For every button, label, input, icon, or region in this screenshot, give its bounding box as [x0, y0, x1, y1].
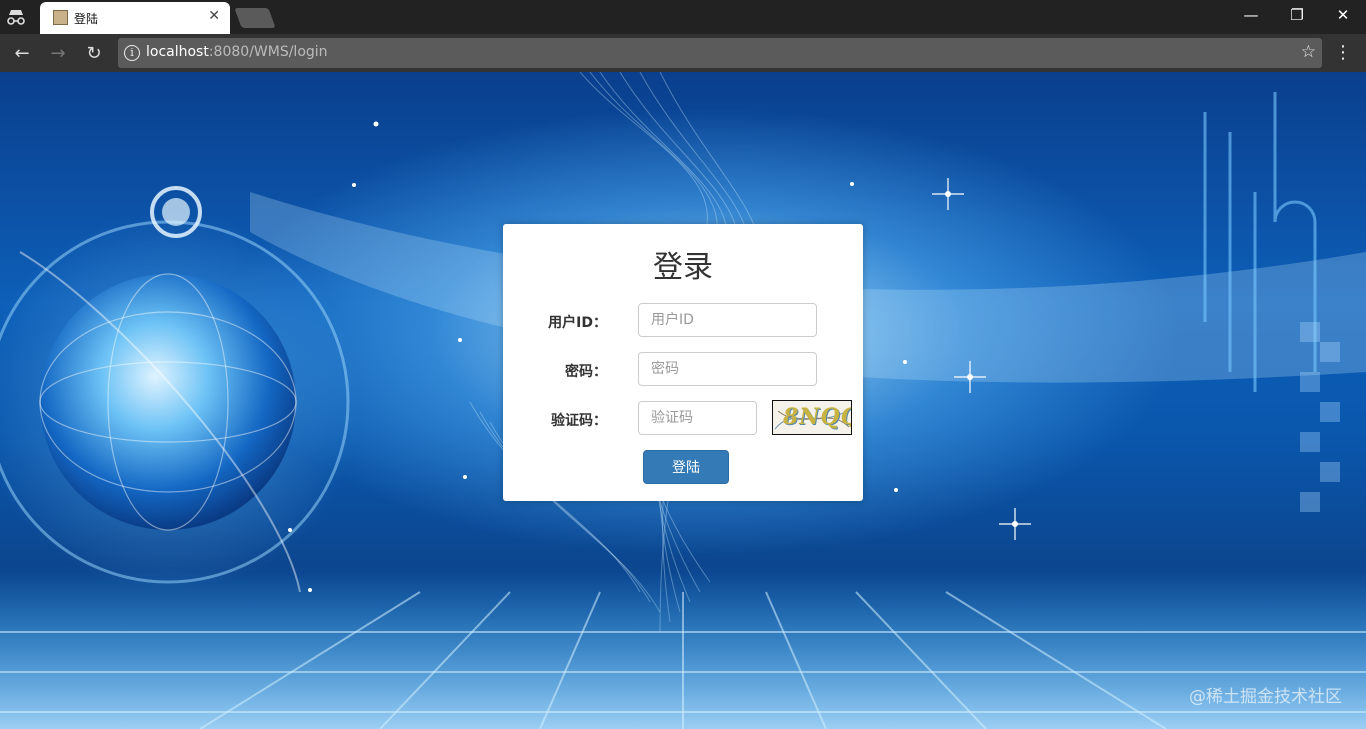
watermark-text: @稀土掘金技术社区: [1189, 687, 1342, 707]
close-icon[interactable]: ✕: [208, 8, 220, 24]
new-tab-button[interactable]: [234, 8, 276, 28]
user-id-input[interactable]: [638, 303, 817, 337]
login-form: 登录 用户ID： 密码： 验证码： 8NQQ 登陆: [503, 224, 863, 501]
captcha-image[interactable]: 8NQQ: [772, 400, 852, 435]
login-title: 登录: [653, 250, 713, 285]
menu-icon[interactable]: ⋮: [1334, 42, 1352, 63]
window-close-icon[interactable]: ✕: [1320, 0, 1366, 30]
password-label: 密码：: [565, 364, 607, 380]
user-id-label: 用户ID：: [548, 315, 607, 331]
password-input[interactable]: [638, 352, 817, 386]
captcha-input[interactable]: [638, 401, 757, 435]
incognito-icon: [7, 10, 25, 25]
login-page-background: 登录 用户ID： 密码： 验证码： 8NQQ 登陆 @稀土掘金技术社区: [0, 72, 1366, 729]
login-button[interactable]: 登陆: [643, 450, 729, 484]
captcha-text: 8NQQ: [783, 404, 851, 430]
tab-title: 登陆: [74, 12, 99, 26]
star-icon[interactable]: ☆: [1301, 42, 1316, 62]
reload-icon[interactable]: ↻: [83, 43, 105, 65]
back-icon[interactable]: ←: [11, 43, 33, 65]
browser-tab-active[interactable]: 登陆 ✕: [40, 2, 230, 34]
favicon-icon: [53, 10, 68, 25]
maximize-icon[interactable]: ❐: [1274, 0, 1320, 30]
minimize-icon[interactable]: —: [1228, 0, 1274, 30]
info-icon[interactable]: i: [124, 45, 140, 61]
captcha-label: 验证码：: [551, 413, 607, 429]
browser-toolbar: ← → ↻ i localhost:8080/WMS/login ☆ ⋮: [0, 34, 1366, 72]
tab-strip: 登陆 ✕ — ❐ ✕: [0, 0, 1366, 34]
address-bar[interactable]: i localhost:8080/WMS/login ☆: [118, 38, 1322, 68]
forward-icon[interactable]: →: [47, 43, 69, 65]
url-text[interactable]: localhost:8080/WMS/login: [146, 44, 328, 60]
